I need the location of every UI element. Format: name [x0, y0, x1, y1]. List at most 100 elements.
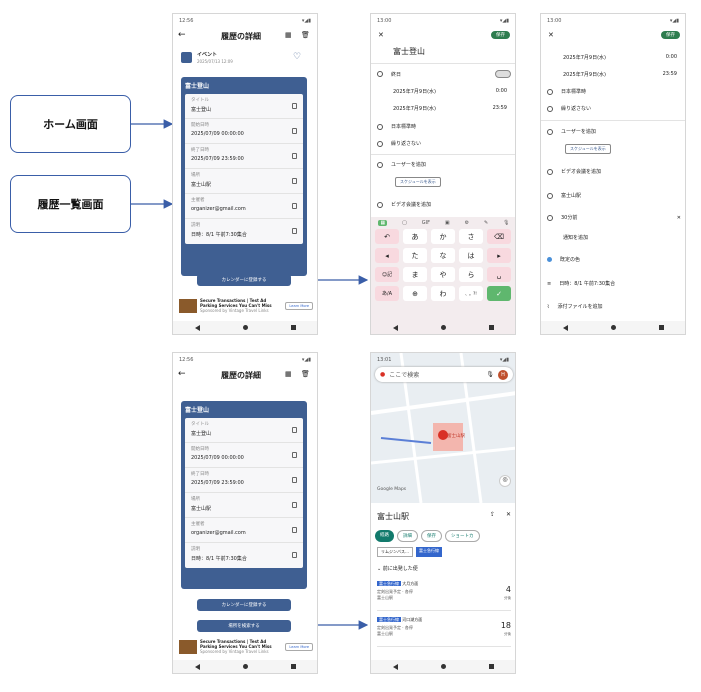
- undo-key[interactable]: ↶: [375, 229, 399, 244]
- remove-notify-icon[interactable]: ✕: [677, 215, 681, 221]
- back-arrow-icon[interactable]: ←: [178, 30, 186, 40]
- trash-icon[interactable]: 🗑: [301, 370, 310, 378]
- action-chips: 経路 詳細 保存 ショートカ: [375, 530, 480, 542]
- nav-bar: [541, 321, 685, 334]
- close-icon[interactable]: ✕: [378, 31, 384, 39]
- details-chip[interactable]: 詳細: [397, 530, 418, 542]
- save-button[interactable]: 保存: [661, 31, 680, 39]
- register-calendar-button[interactable]: カレンダーに登録する: [197, 599, 291, 611]
- end-date[interactable]: 2025年7月9日(水): [563, 71, 606, 78]
- divider: [371, 63, 515, 64]
- start-date[interactable]: 2025年7月9日(水): [393, 88, 436, 95]
- pen-icon: ✎: [483, 220, 489, 226]
- avatar[interactable]: H: [498, 369, 508, 380]
- repeat-row[interactable]: 繰り返さない: [541, 105, 597, 112]
- copy-icon[interactable]: [292, 103, 297, 109]
- copy-icon[interactable]: [292, 452, 297, 458]
- show-schedule-chip[interactable]: スケジュールを表示: [565, 144, 611, 154]
- color-row[interactable]: 既定の色: [541, 256, 586, 263]
- video-icon: [547, 168, 553, 175]
- home-nav-icon[interactable]: [242, 325, 248, 330]
- repeat-row[interactable]: 繰り返さない: [371, 140, 427, 147]
- save-button[interactable]: 保存: [491, 31, 510, 39]
- ad-banner[interactable]: Secure Transactions | Test Ad Parking Se…: [179, 639, 313, 654]
- recents-nav-icon[interactable]: [290, 325, 296, 330]
- add-user-row[interactable]: ユーザーを追加: [371, 161, 432, 168]
- heart-icon[interactable]: ♡: [293, 52, 301, 62]
- description-row[interactable]: ≡ 日時：8/1 午前7:30集合: [541, 280, 621, 288]
- allday-row[interactable]: 終日: [371, 70, 515, 78]
- route-chip[interactable]: 経路: [375, 530, 394, 542]
- place-title: 富士山駅: [377, 512, 409, 521]
- register-calendar-button[interactable]: カレンダーに登録する: [197, 274, 291, 286]
- copy-icon[interactable]: [292, 203, 297, 209]
- copy-icon[interactable]: [292, 427, 297, 433]
- add-user-row[interactable]: ユーザーを追加: [541, 128, 602, 135]
- copy-icon[interactable]: [292, 178, 297, 184]
- departures-header[interactable]: ⌄ 前に出発した便: [377, 565, 418, 572]
- video-row[interactable]: ビデオ会議を追加: [371, 201, 437, 208]
- gif-button[interactable]: GIF: [422, 220, 430, 226]
- add-notify[interactable]: 通知を追加: [563, 234, 588, 241]
- nav-bar: [371, 321, 515, 334]
- app-grid-icon[interactable]: ▦: [378, 220, 388, 226]
- share-icon[interactable]: ⇪: [490, 511, 495, 518]
- qr-icon[interactable]: ▦: [285, 31, 292, 39]
- copy-icon[interactable]: [292, 552, 297, 558]
- copy-icon[interactable]: [292, 153, 297, 159]
- save-chip[interactable]: 保存: [421, 530, 442, 542]
- color-dot-icon: [547, 257, 552, 262]
- end-date[interactable]: 2025年7月9日(水): [393, 105, 436, 112]
- close-icon[interactable]: ✕: [548, 31, 554, 39]
- end-time[interactable]: 23:59: [663, 71, 677, 77]
- map-search-bar[interactable]: ● ここで検索 🎙 H: [375, 367, 513, 382]
- ad-thumbnail: [179, 639, 197, 654]
- attachment-row[interactable]: ⌇ 添付ファイルを追加: [541, 303, 608, 311]
- settings-icon: ⚙: [464, 220, 470, 226]
- globe-icon: [547, 88, 553, 95]
- copy-icon[interactable]: [292, 128, 297, 134]
- copy-icon[interactable]: [292, 228, 297, 234]
- end-time[interactable]: 23:59: [493, 105, 507, 111]
- left-key[interactable]: ◂: [375, 248, 399, 263]
- shortcut-chip[interactable]: ショートカ: [445, 530, 480, 542]
- home-screen-label: ホーム画面: [43, 118, 98, 131]
- right-key[interactable]: ▸: [487, 248, 511, 263]
- backspace-key[interactable]: ⌫: [487, 229, 511, 244]
- video-row[interactable]: ビデオ会議を追加: [541, 168, 607, 175]
- trash-icon[interactable]: 🗑: [301, 31, 310, 39]
- field-list: タイトル 富士登山 開始日時 2025/07/09 00:00:00 終了日時 202…: [185, 94, 303, 244]
- trip-row[interactable]: 富士急行線 大月方面 定刻出発予定 · 各停 富士山駅 4 分後: [377, 581, 511, 611]
- event-title-input[interactable]: 富士登山: [393, 46, 425, 57]
- event-label: イベント: [197, 52, 218, 58]
- start-time[interactable]: 0:00: [666, 54, 677, 60]
- search-place-button[interactable]: 場所を検索する: [197, 620, 291, 632]
- close-icon[interactable]: ✕: [506, 511, 511, 518]
- ad-banner[interactable]: Secure Transactions | Test Ad Parking Se…: [179, 298, 313, 313]
- back-arrow-icon[interactable]: ←: [178, 369, 186, 379]
- location-target-icon[interactable]: ◎: [499, 475, 511, 487]
- start-date[interactable]: 2025年7月9日(水): [563, 54, 606, 61]
- timezone-row[interactable]: 日本標準時: [541, 88, 592, 95]
- show-schedule-chip[interactable]: スケジュールを表示: [395, 177, 441, 187]
- search-input[interactable]: ここで検索: [389, 370, 419, 379]
- qr-icon[interactable]: ▦: [285, 370, 292, 378]
- notify-row[interactable]: 30分前 ✕: [541, 214, 685, 221]
- emoji-key[interactable]: ☺記: [375, 267, 399, 282]
- ad-learn-more[interactable]: Learn More: [285, 301, 313, 310]
- copy-icon[interactable]: [292, 527, 297, 533]
- allday-toggle: [495, 70, 511, 78]
- event-date: 2025/07/13 12:09: [197, 59, 233, 64]
- copy-icon[interactable]: [292, 477, 297, 483]
- location-row[interactable]: 富士山駅: [541, 192, 587, 199]
- copy-icon[interactable]: [292, 502, 297, 508]
- mic-icon[interactable]: 🎙: [486, 371, 494, 378]
- enter-key[interactable]: ✓: [487, 286, 511, 301]
- start-time[interactable]: 0:00: [496, 88, 507, 94]
- space-key[interactable]: ␣: [487, 267, 511, 282]
- back-nav-icon[interactable]: [194, 324, 200, 331]
- globe-key[interactable]: ⊕: [403, 286, 427, 301]
- timezone-row[interactable]: 日本標準時: [371, 123, 422, 130]
- lang-key[interactable]: あ/A: [375, 286, 399, 301]
- trip-row[interactable]: 富士急行線 河口湖方面 定刻出発予定 · 各停 富士山駅 18 分後: [377, 617, 511, 647]
